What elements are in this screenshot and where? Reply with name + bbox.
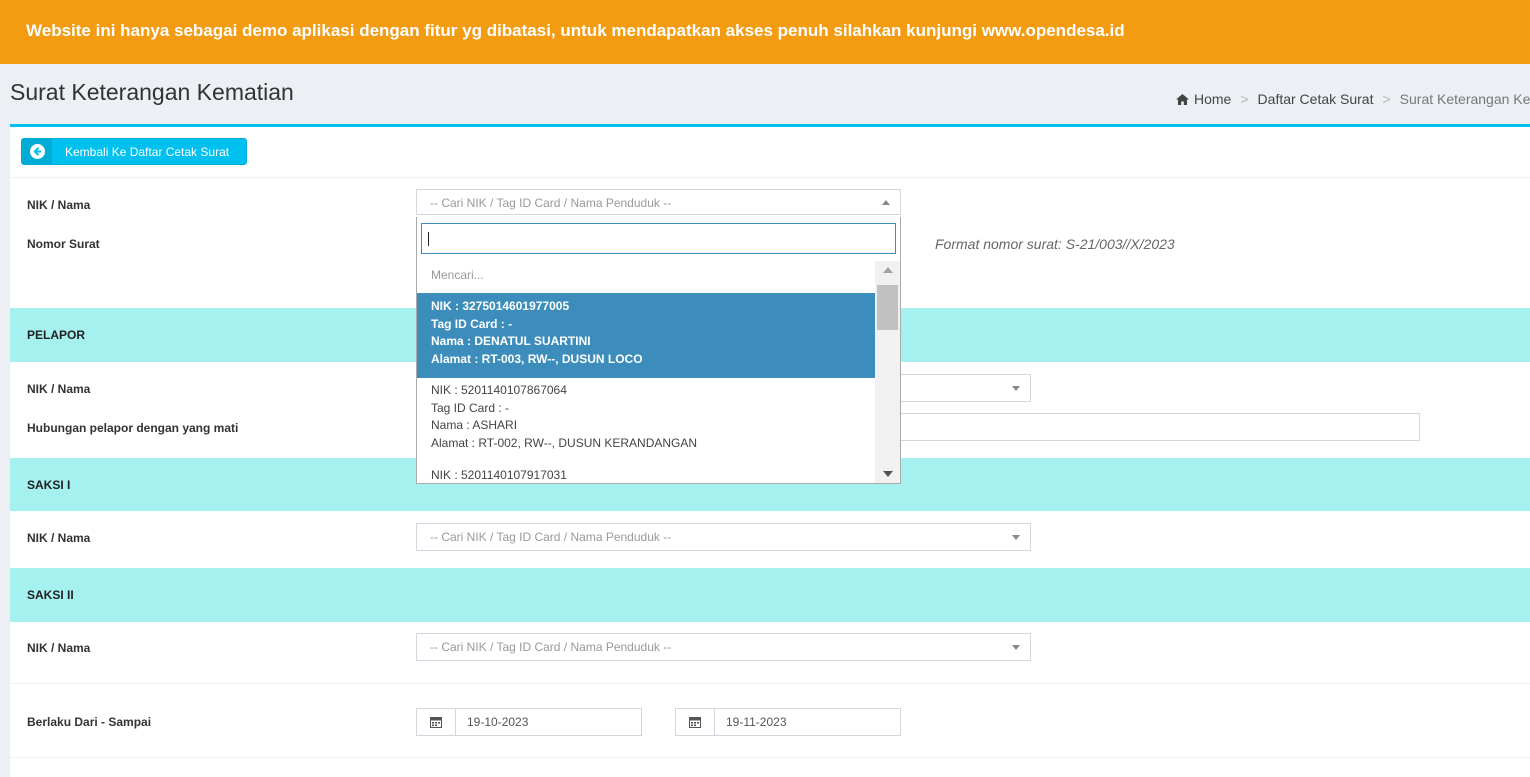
option-alamat: Alamat : RT-003, RW--, DUSUN LOCO <box>431 352 643 367</box>
chevron-down-icon <box>1012 386 1020 391</box>
saksi-1-nik-select[interactable]: -- Cari NIK / Tag ID Card / Nama Pendudu… <box>416 523 1031 551</box>
date-from-value: 19-10-2023 <box>467 715 529 729</box>
breadcrumb: Home > Daftar Cetak Surat > Surat Keterangan… <box>1176 91 1530 108</box>
back-button-label: Kembali Ke Daftar Cetak Surat <box>65 145 230 159</box>
dropdown-option[interactable]: NIK : 5201140107867064 Tag ID Card : - N… <box>417 382 875 453</box>
dropdown-scrollbar[interactable] <box>875 261 900 483</box>
breadcrumb-list-link[interactable]: Daftar Cetak Surat <box>1258 91 1374 107</box>
dropdown-option[interactable]: NIK : 5201140107917031 <box>417 467 875 483</box>
text-cursor <box>428 232 429 246</box>
berlaku-label: Berlaku Dari - Sampai <box>27 715 152 729</box>
chevron-down-icon <box>1012 535 1020 540</box>
section-saksi-2: SAKSI II <box>10 568 1530 622</box>
divider <box>10 177 1530 178</box>
option-alamat: Alamat : RT-002, RW--, DUSUN KERANDANGAN <box>431 436 698 451</box>
back-button[interactable]: Kembali Ke Daftar Cetak Surat <box>21 138 247 165</box>
calendar-icon <box>417 709 456 735</box>
page-title: Surat Keterangan Kematian <box>10 79 294 105</box>
scroll-down-arrow-icon[interactable] <box>883 471 893 477</box>
saksi-1-nik-placeholder: -- Cari NIK / Tag ID Card / Nama Pendudu… <box>430 530 672 544</box>
option-nik: NIK : 5201140107867064 <box>431 383 567 397</box>
option-nama: Nama : DENATUL SUARTINI <box>431 334 591 349</box>
section-saksi-1-title: SAKSI I <box>27 478 71 492</box>
demo-banner-text: Website ini hanya sebagai demo aplikasi … <box>26 21 1125 40</box>
option-tag: Tag ID Card : - <box>431 316 513 331</box>
option-nik: NIK : 3275014601977005 <box>431 299 570 313</box>
nomor-surat-label: Nomor Surat <box>27 237 100 251</box>
chevron-up-icon <box>882 200 890 205</box>
date-to-field[interactable]: 19-11-2023 <box>675 708 901 736</box>
divider <box>10 757 1530 758</box>
breadcrumb-separator: > <box>1382 91 1391 107</box>
demo-banner: Website ini hanya sebagai demo aplikasi … <box>0 0 1530 64</box>
calendar-icon <box>676 709 715 735</box>
dropdown-search-input[interactable] <box>421 223 896 254</box>
saksi-2-nik-placeholder: -- Cari NIK / Tag ID Card / Nama Pendudu… <box>430 640 672 654</box>
nomor-surat-format-hint: Format nomor surat: S-21/003//X/2023 <box>935 236 1175 252</box>
pelapor-nik-label: NIK / Nama <box>27 382 91 396</box>
option-nik: NIK : 5201140107917031 <box>431 468 567 482</box>
section-saksi-2-title: SAKSI II <box>27 588 74 602</box>
dropdown-results: Mencari... NIK : 3275014601977005 Tag ID… <box>417 261 875 483</box>
option-nama: Nama : ASHARI <box>431 418 518 433</box>
breadcrumb-separator: > <box>1240 91 1249 107</box>
date-to-value: 19-11-2023 <box>726 715 787 729</box>
breadcrumb-current: Surat Keterangan Kematian <box>1399 91 1530 107</box>
arrow-left-circle-icon <box>22 139 52 164</box>
dropdown-status: Mencari... <box>431 268 484 282</box>
breadcrumb-home-link[interactable]: Home <box>1194 91 1231 107</box>
divider <box>10 683 1530 684</box>
nik-label: NIK / Nama <box>27 198 91 212</box>
nik-select-placeholder: -- Cari NIK / Tag ID Card / Nama Pendudu… <box>430 196 672 210</box>
form-box: Kembali Ke Daftar Cetak Surat NIK / Nama… <box>10 124 1530 777</box>
date-from-field[interactable]: 19-10-2023 <box>416 708 642 736</box>
home-icon <box>1176 92 1189 108</box>
hubungan-label: Hubungan pelapor dengan yang mati <box>27 421 239 435</box>
scroll-up-arrow-icon[interactable] <box>883 267 893 273</box>
scrollbar-thumb[interactable] <box>877 285 898 330</box>
dropdown-option-selected[interactable]: NIK : 3275014601977005 Tag ID Card : - N… <box>417 293 875 378</box>
saksi-2-nik-label: NIK / Nama <box>27 641 91 655</box>
saksi-1-nik-label: NIK / Nama <box>27 531 91 545</box>
nik-select[interactable]: -- Cari NIK / Tag ID Card / Nama Pendudu… <box>416 189 901 215</box>
chevron-down-icon <box>1012 645 1020 650</box>
section-pelapor-title: PELAPOR <box>27 328 86 342</box>
saksi-2-nik-select[interactable]: -- Cari NIK / Tag ID Card / Nama Pendudu… <box>416 633 1031 661</box>
option-tag: Tag ID Card : - <box>431 400 510 415</box>
nik-dropdown: Mencari... NIK : 3275014601977005 Tag ID… <box>416 217 901 484</box>
